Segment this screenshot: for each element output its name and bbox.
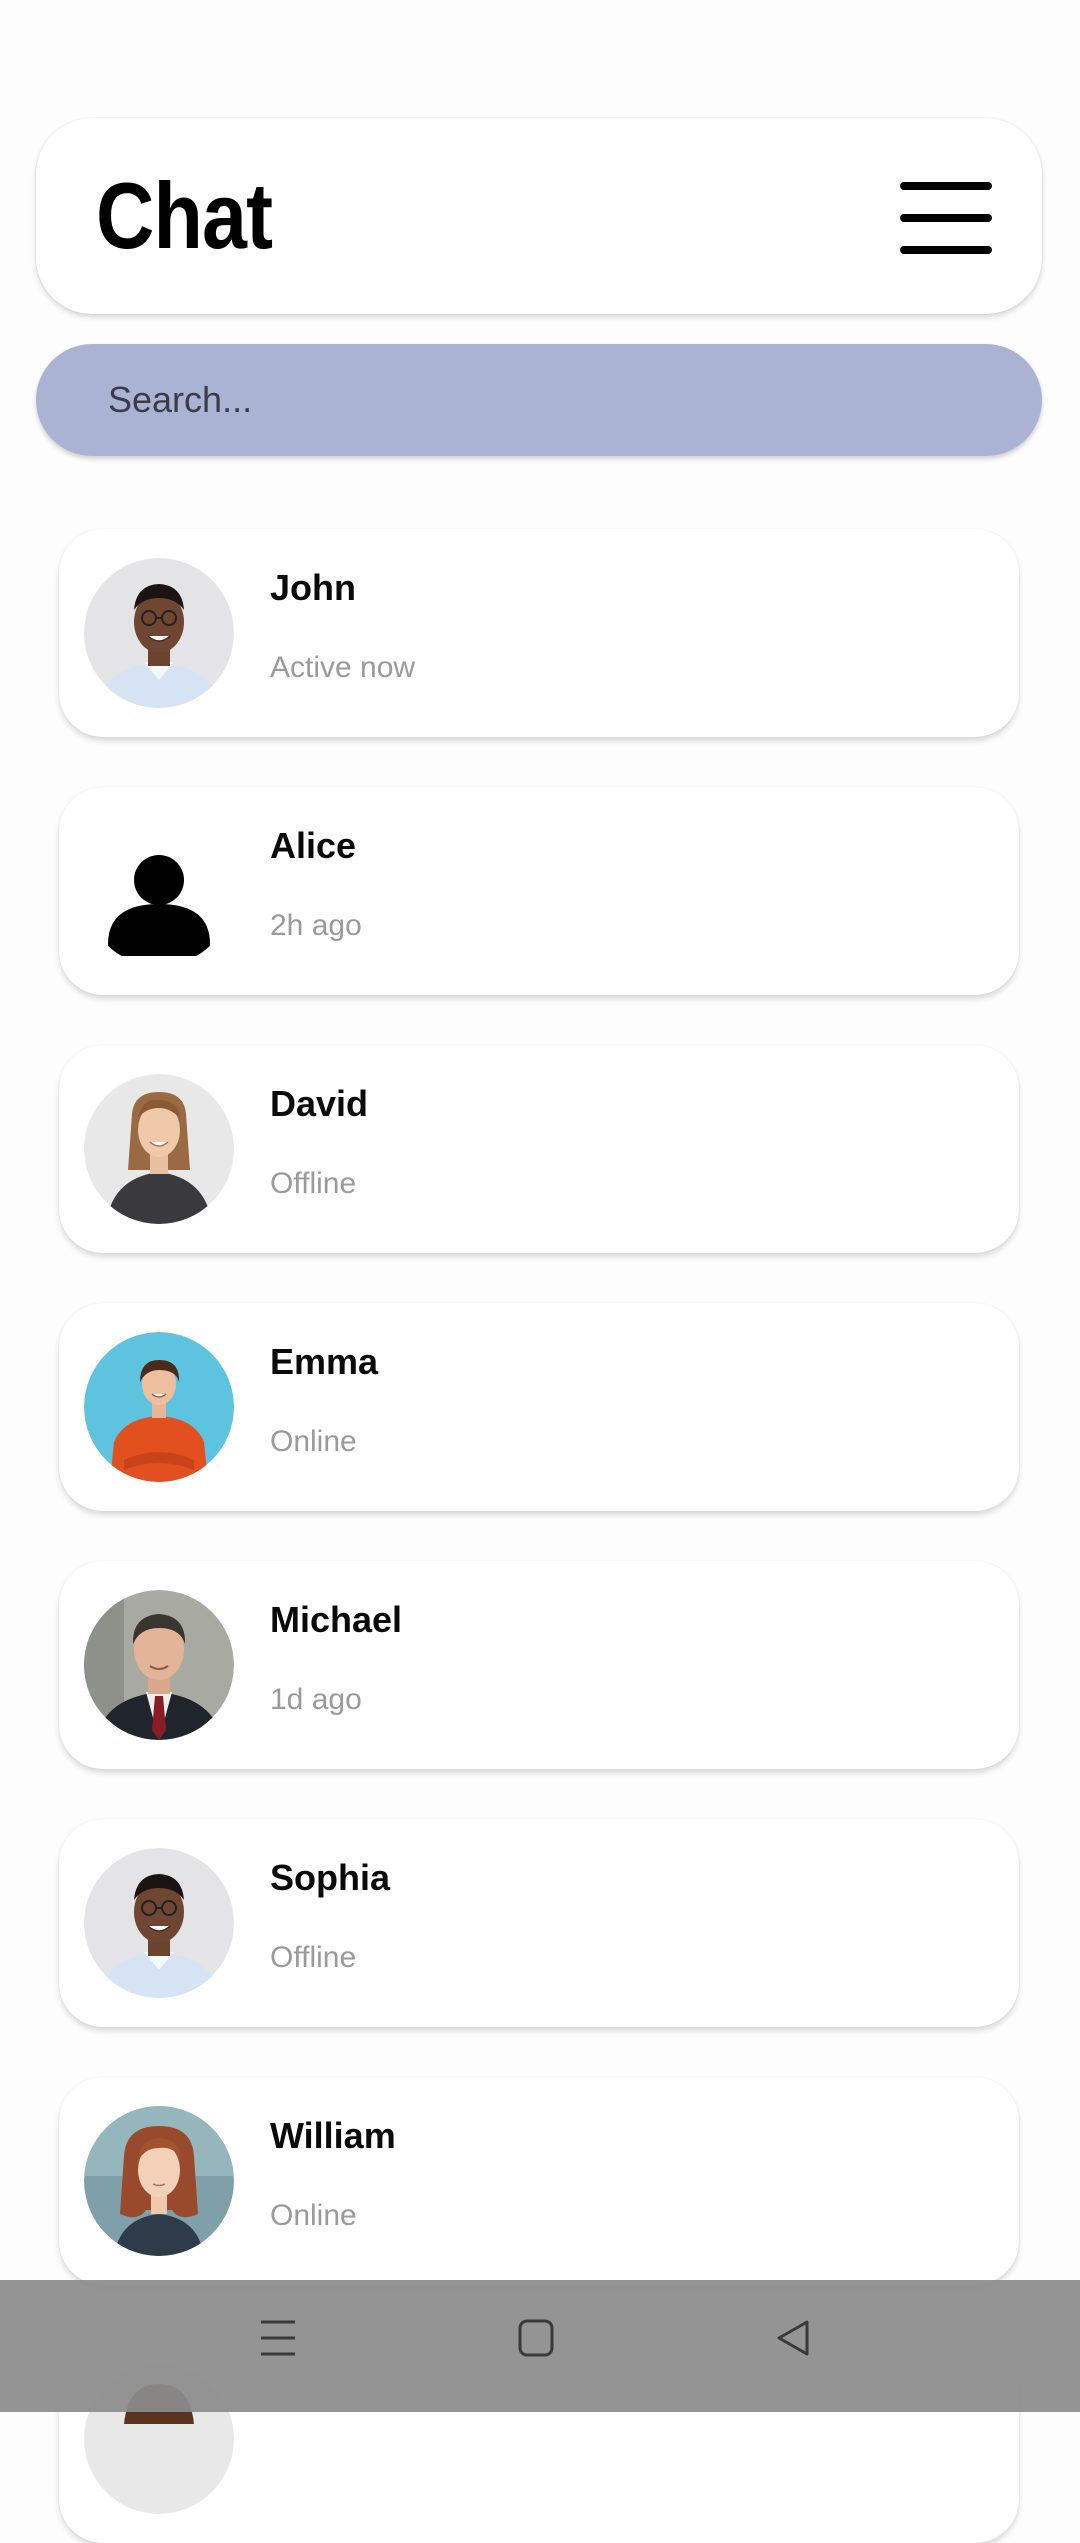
avatar bbox=[84, 2106, 234, 2256]
contact-name: David bbox=[270, 1083, 369, 1124]
chat-item-emma[interactable]: Emma Online bbox=[59, 1303, 1019, 1511]
contact-name: Emma bbox=[270, 1341, 379, 1382]
system-navigation-bar bbox=[0, 2280, 1080, 2412]
contact-status: Offline bbox=[270, 1941, 357, 1974]
contact-name: John bbox=[270, 567, 356, 608]
back-icon[interactable] bbox=[774, 2318, 812, 2363]
chat-item-john[interactable]: John Active now bbox=[59, 529, 1019, 737]
home-icon[interactable] bbox=[517, 2318, 555, 2363]
contact-status: 1d ago bbox=[270, 1683, 362, 1716]
contact-status: Offline bbox=[270, 1167, 357, 1200]
recents-icon[interactable] bbox=[259, 2318, 297, 2363]
contact-status: Online bbox=[270, 2199, 357, 2232]
avatar bbox=[84, 1848, 234, 1998]
chat-item-michael[interactable]: Michael 1d ago bbox=[59, 1561, 1019, 1769]
chat-item-david[interactable]: David Offline bbox=[59, 1045, 1019, 1253]
person-silhouette-icon bbox=[84, 816, 234, 966]
chat-list: John Active now Alice 2h ago David Offli… bbox=[0, 0, 1080, 2543]
avatar bbox=[84, 1332, 234, 1482]
contact-status: Active now bbox=[270, 651, 416, 684]
chat-item-alice[interactable]: Alice 2h ago bbox=[59, 787, 1019, 995]
contact-name: Michael bbox=[270, 1599, 403, 1640]
chat-item-william[interactable]: William Online bbox=[59, 2077, 1019, 2285]
avatar bbox=[84, 558, 234, 708]
contact-status: Online bbox=[270, 1425, 357, 1458]
contact-name: Alice bbox=[270, 825, 357, 866]
avatar bbox=[84, 1590, 234, 1740]
contact-status: 2h ago bbox=[270, 909, 362, 942]
contact-name: William bbox=[270, 2115, 396, 2156]
avatar bbox=[84, 1074, 234, 1224]
chat-item-sophia[interactable]: Sophia Offline bbox=[59, 1819, 1019, 2027]
contact-name: Sophia bbox=[270, 1857, 391, 1898]
